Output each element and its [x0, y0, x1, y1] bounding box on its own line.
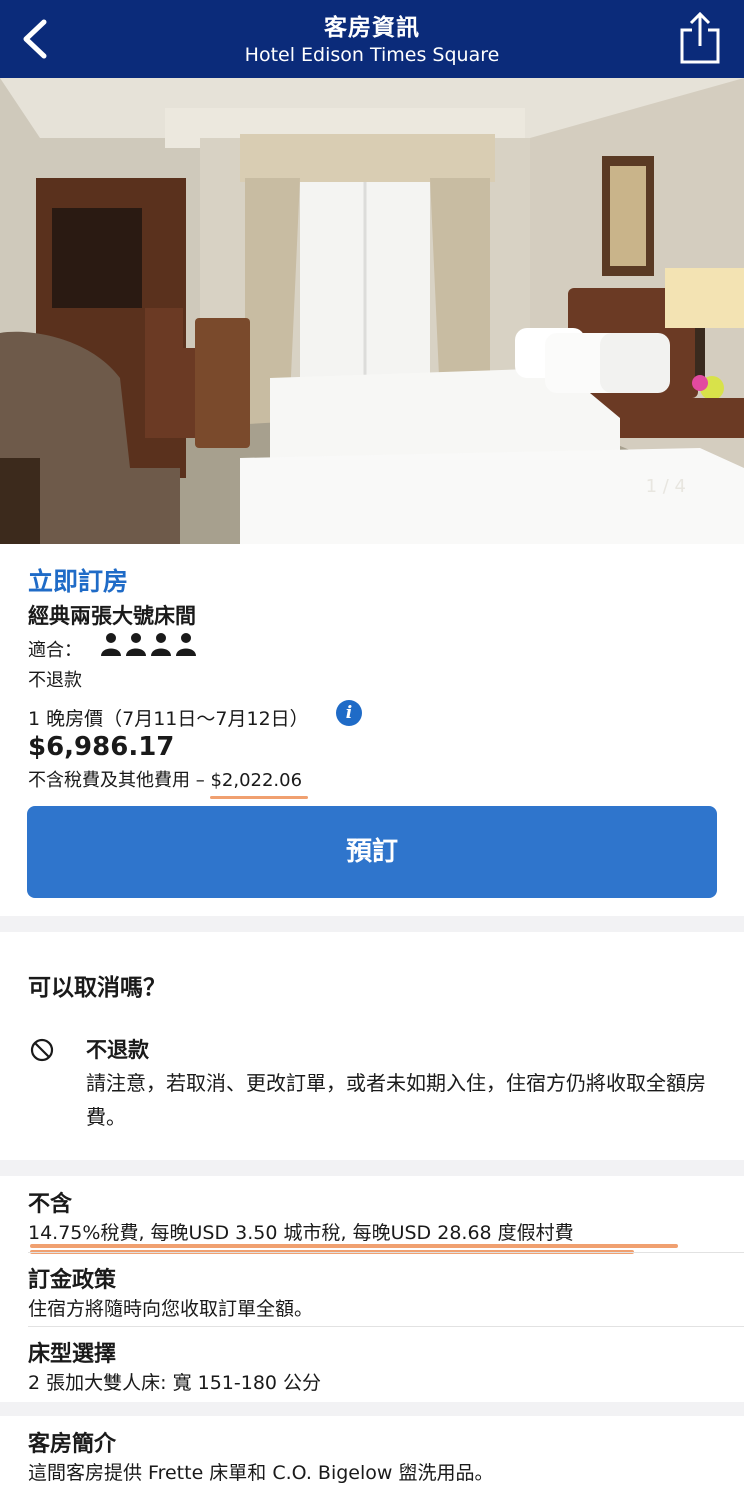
booking-card: 立即訂房 經典兩張大號床間 適合： 不退款 1 晚房價（7月11日～7月12日）… — [0, 544, 744, 916]
app-header: 客房資訊 Hotel Edison Times Square — [0, 0, 744, 78]
nightly-rate-label: 1 晚房價（7月11日～7月12日） — [28, 708, 309, 730]
tax-note: 不含稅費及其他費用 – $2,022.06 — [28, 766, 309, 799]
room-overview-section: 客房簡介 這間客房提供 Frette 床單和 C.O. Bigelow 盥洗用品… — [0, 1416, 744, 1500]
info-icon[interactable]: i — [336, 700, 362, 726]
cancellation-notice: 請注意，若取消、更改訂單，或者未如期入住，住宿方仍將收取全額房費。 — [86, 1071, 706, 1129]
book-button[interactable]: 預訂 — [27, 806, 717, 898]
cancellation-question: 可以取消嗎？ — [28, 975, 166, 1001]
no-refund-icon — [30, 1038, 54, 1062]
row-divider — [28, 1252, 744, 1253]
section-divider — [0, 1402, 744, 1416]
room-overview-title: 客房簡介 — [28, 1432, 117, 1457]
cancellation-section: 可以取消嗎？ 不退款 請注意，若取消、更改訂單，或者未如期入住，住宿方仍將收取全… — [0, 932, 744, 1160]
book-now-heading: 立即訂房 — [28, 567, 129, 596]
room-photo[interactable]: 1 / 4 — [0, 78, 744, 544]
person-icon — [101, 633, 196, 656]
deposit-policy-title: 訂金政策 — [28, 1268, 117, 1293]
hotel-name: Hotel Edison Times Square — [244, 44, 500, 66]
guest-icons — [100, 632, 200, 658]
highlight-underline — [210, 796, 309, 799]
room-name: 經典兩張大號床間 — [28, 604, 196, 628]
bed-type-title: 床型選擇 — [28, 1342, 117, 1367]
details-section: 不含 14.75%稅費, 每晚USD 3.50 城市稅, 每晚USD 28.68… — [0, 1176, 744, 1402]
capacity-label: 適合： — [28, 640, 82, 661]
image-counter: 1 / 4 — [645, 476, 686, 497]
bed-type-text: 2 張加大雙人床: 寬 151-180 公分 — [28, 1372, 322, 1394]
excluded-text: 14.75%稅費, 每晚USD 3.50 城市稅, 每晚USD 28.68 度假… — [28, 1222, 574, 1244]
excluded-title: 不含 — [28, 1192, 73, 1217]
page-title: 客房資訊 — [324, 15, 420, 41]
row-divider — [28, 1326, 744, 1327]
hotel-room-image — [0, 78, 744, 544]
deposit-policy-text: 住宿方將隨時向您收取訂單全額。 — [28, 1298, 314, 1320]
share-button[interactable] — [678, 10, 722, 66]
tax-label: 不含稅費及其他費用 – — [28, 770, 211, 791]
section-divider — [0, 916, 744, 932]
share-icon — [680, 11, 720, 64]
tax-amount: $2,022.06 — [210, 770, 309, 799]
policy-title: 不退款 — [86, 1038, 149, 1062]
highlight-underline — [30, 1244, 678, 1248]
room-overview-text: 這間客房提供 Frette 床單和 C.O. Bigelow 盥洗用品。 — [28, 1462, 494, 1484]
refund-policy: 不退款 — [28, 670, 82, 691]
section-divider — [0, 1160, 744, 1176]
room-price: $6,986.17 — [28, 732, 175, 762]
